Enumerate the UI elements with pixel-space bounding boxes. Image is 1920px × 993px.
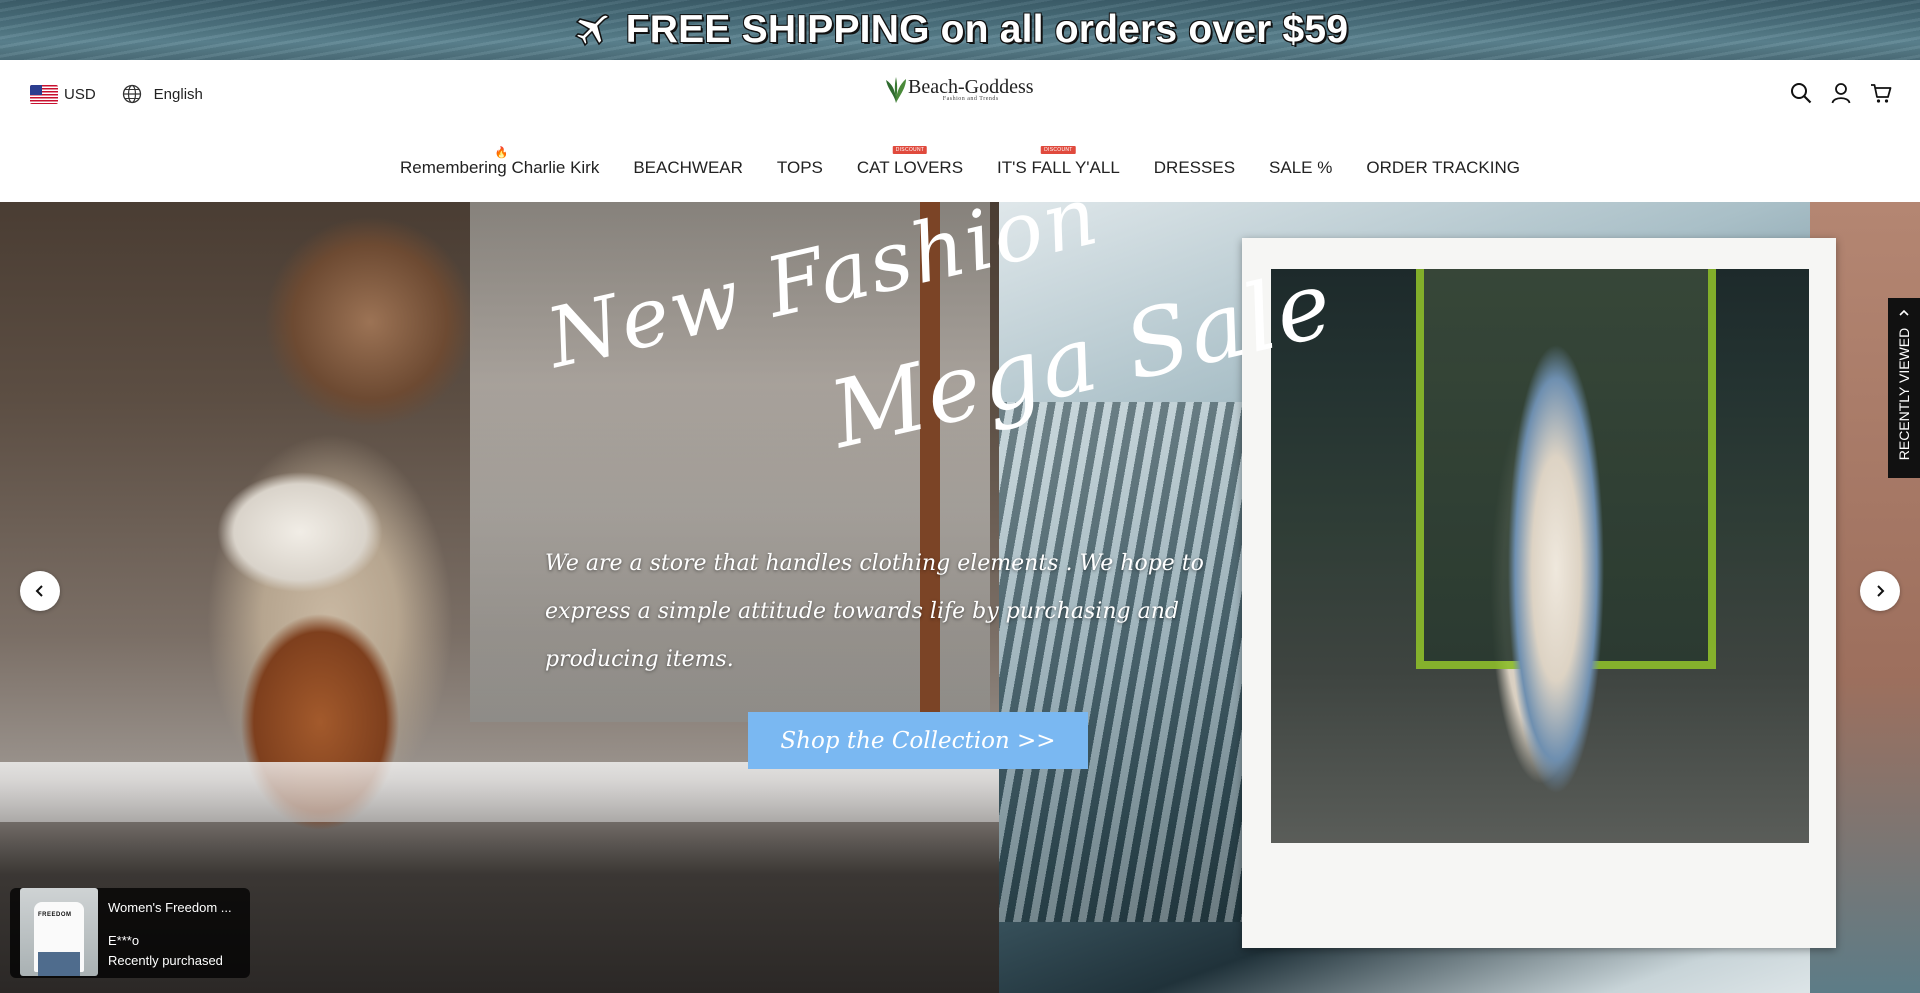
announcement-text: FREE SHIPPING on all orders over $59 [625, 8, 1349, 51]
hero-slider: New Fashion Mega Sale We are a store tha… [0, 202, 1920, 993]
chevron-left-icon [35, 585, 43, 597]
thumbnail-print-text: FREEDOM [38, 912, 72, 918]
slider-prev-button[interactable] [20, 571, 60, 611]
account-icon[interactable] [1830, 82, 1852, 104]
photo-person-shape [1496, 289, 1616, 849]
nav-item-label: DRESSES [1153, 158, 1236, 177]
nav-item-label: CAT LOVERS [856, 158, 964, 177]
recent-purchase-popup[interactable]: FREEDOM Women's Freedom ... E***o Recent… [10, 888, 250, 978]
nav-item-label: SALE % [1269, 158, 1333, 177]
hero-snowy-steps [0, 762, 999, 822]
jeans-shape [38, 952, 80, 976]
globe-icon [122, 84, 141, 104]
flame-icon: 🔥 [494, 147, 509, 159]
main-nav: 🔥 Remembering Charlie Kirk BEACHWEAR TOP… [0, 146, 1920, 186]
cart-icon[interactable] [1870, 82, 1892, 104]
nav-item-order-tracking[interactable]: ORDER TRACKING [1349, 146, 1537, 186]
recently-viewed-tab[interactable]: RECENTLY VIEWED [1888, 298, 1920, 478]
palm-leaf-icon [886, 77, 906, 103]
site-header: USD English Beach-Goddess Fashion and Tr… [0, 60, 1920, 202]
nav-item-label: BEACHWEAR [633, 158, 743, 177]
language-selector[interactable]: English [154, 86, 203, 103]
announcement-bar: FREE SHIPPING on all orders over $59 [0, 0, 1920, 60]
nav-item-label: Remembering Charlie Kirk [400, 158, 600, 177]
discount-badge: DISCOUNT [1041, 146, 1076, 154]
nav-item-its-fall-yall[interactable]: DISCOUNT IT'S FALL Y'ALL [980, 146, 1137, 186]
discount-badge: DISCOUNT [892, 146, 928, 154]
polaroid-photo [1271, 269, 1809, 849]
nav-item-dresses[interactable]: DRESSES [1137, 146, 1252, 186]
site-logo[interactable]: Beach-Goddess Fashion and Trends [884, 76, 1034, 104]
nav-item-label: TOPS [776, 158, 823, 177]
hero-description: We are a store that handles clothing ele… [545, 551, 1204, 672]
recently-viewed-label: RECENTLY VIEWED [1896, 327, 1912, 461]
nav-item-tops[interactable]: TOPS [760, 146, 840, 186]
chevron-right-icon [1877, 585, 1885, 597]
product-thumbnail: FREEDOM [20, 888, 98, 976]
nav-item-remembering-charlie-kirk[interactable]: 🔥 Remembering Charlie Kirk [383, 146, 616, 186]
us-flag-icon [30, 84, 58, 104]
hero-leather-pants-shape [200, 612, 460, 872]
hero-cat-shape [190, 442, 410, 612]
popup-product-name: Women's Freedom ... [108, 900, 232, 915]
chevron-up-icon [1899, 309, 1909, 316]
nav-item-label: IT'S FALL Y'ALL [997, 158, 1120, 177]
locale-switcher: USD English [30, 84, 203, 104]
nav-item-sale[interactable]: SALE % [1252, 146, 1349, 186]
shop-collection-button[interactable]: Shop the Collection >> [748, 712, 1088, 769]
search-icon[interactable] [1790, 82, 1812, 104]
logo-name: Beach-Goddess [908, 76, 1034, 98]
currency-selector[interactable]: USD [64, 86, 96, 103]
slider-next-button[interactable] [1860, 571, 1900, 611]
nav-item-cat-lovers[interactable]: DISCOUNT CAT LOVERS [840, 146, 980, 186]
popup-buyer-name: E***o [108, 933, 140, 948]
airplane-icon [574, 14, 610, 47]
popup-status: Recently purchased [108, 953, 223, 968]
header-actions [1790, 82, 1892, 104]
nav-item-beachwear[interactable]: BEACHWEAR [616, 146, 760, 186]
nav-item-label: ORDER TRACKING [1366, 158, 1520, 177]
